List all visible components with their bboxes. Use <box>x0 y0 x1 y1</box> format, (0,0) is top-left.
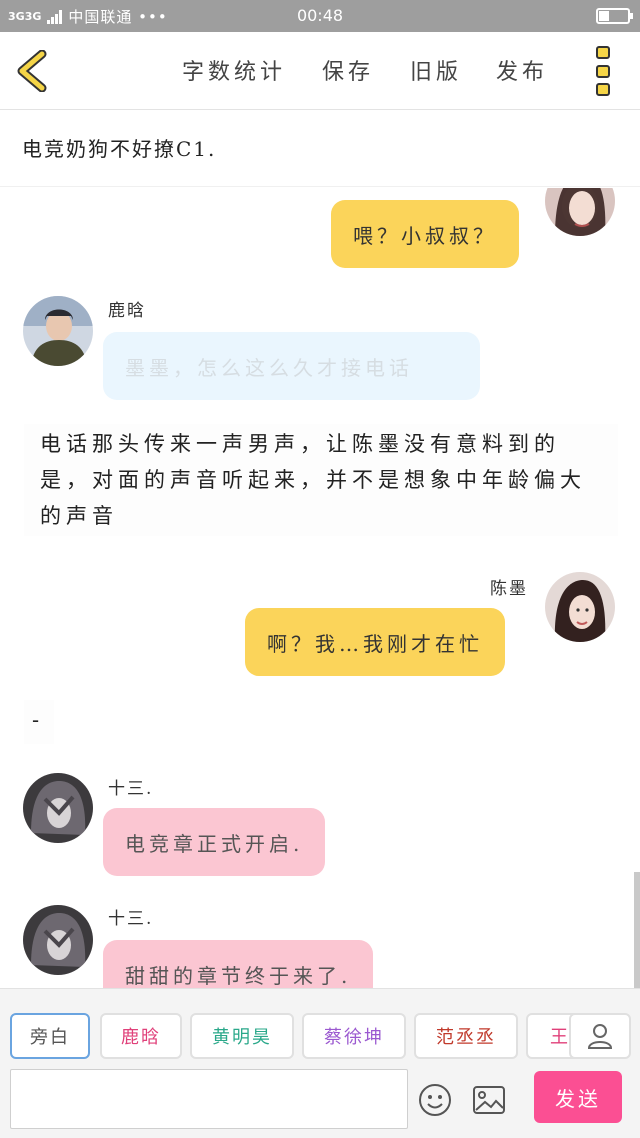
compose-panel: 旁白 鹿晗 黄明昊 蔡徐坤 范丞丞 王 发送 <box>0 988 640 1138</box>
message-bubble[interactable]: 啊？我…我刚才在忙 <box>245 608 505 676</box>
sender-name: 鹿晗 <box>108 301 146 321</box>
save-button[interactable]: 保存 <box>322 54 374 86</box>
old-version-button[interactable]: 旧版 <box>410 54 462 86</box>
message-bubble[interactable]: 电竞章正式开启. <box>103 808 326 876</box>
avatar-chenmo[interactable] <box>545 188 615 236</box>
message-bubble[interactable]: 墨墨，怎么这么久才接电话 <box>103 332 480 400</box>
back-icon[interactable] <box>14 49 54 93</box>
character-selector: 旁白 鹿晗 黄明昊 蔡徐坤 范丞丞 王 <box>0 1013 640 1061</box>
narration-block[interactable]: - <box>24 700 54 744</box>
character-chip[interactable]: 范丞丞 <box>414 1013 518 1059</box>
avatar-shisan[interactable] <box>23 773 93 843</box>
sender-name: 十三. <box>108 909 154 929</box>
scrollbar[interactable] <box>634 872 640 988</box>
character-chip[interactable]: 蔡徐坤 <box>302 1013 406 1059</box>
avatar-chenmo[interactable] <box>545 572 615 642</box>
message-list[interactable]: 喂？小叔叔？ 鹿晗 墨墨，怎么这么久才接电话 电话那头传来一声男声，让陈墨没有意… <box>0 188 640 988</box>
status-bar: 3G3G 中国联通 ••• 00:48 <box>0 0 640 32</box>
image-icon[interactable] <box>472 1085 506 1115</box>
battery-level <box>599 11 609 21</box>
sender-name: 十三. <box>108 779 154 799</box>
character-chip-label: 旁白 <box>30 1027 70 1048</box>
character-chip-label: 蔡徐坤 <box>324 1027 384 1048</box>
avatar-shisan[interactable] <box>23 905 93 975</box>
narration-block[interactable]: 电话那头传来一声男声，让陈墨没有意料到的是，对面的声音听起来，并不是想象中年龄偏… <box>24 424 618 536</box>
message-input[interactable] <box>10 1069 408 1129</box>
character-chip-label: 王 <box>550 1027 570 1048</box>
character-chip-label: 范丞丞 <box>436 1027 496 1048</box>
person-icon <box>587 1024 613 1049</box>
character-chip[interactable]: 黄明昊 <box>190 1013 294 1059</box>
character-chip-label: 鹿晗 <box>121 1027 161 1048</box>
character-manage-button[interactable] <box>569 1013 631 1059</box>
top-toolbar: 字数统计 保存 旧版 发布 <box>0 32 640 110</box>
chapter-title: 电竞奶狗不好撩C1. <box>0 111 640 187</box>
message-bubble[interactable]: 甜甜的章节终于来了. <box>103 940 374 988</box>
sender-name: 陈墨 <box>490 579 528 599</box>
more-menu-icon[interactable] <box>596 46 614 96</box>
character-chip-narrator[interactable]: 旁白 <box>10 1013 90 1059</box>
character-chip[interactable]: 鹿晗 <box>100 1013 182 1059</box>
emoji-icon[interactable] <box>418 1083 452 1117</box>
character-chip-label: 黄明昊 <box>212 1027 272 1048</box>
send-button[interactable]: 发送 <box>534 1071 622 1123</box>
clock: 00:48 <box>296 6 344 25</box>
avatar-luhan[interactable] <box>23 296 93 366</box>
publish-button[interactable]: 发布 <box>496 54 548 86</box>
battery-icon <box>596 8 633 24</box>
message-bubble[interactable]: 喂？小叔叔？ <box>331 200 519 268</box>
word-count-button[interactable]: 字数统计 <box>182 54 286 86</box>
